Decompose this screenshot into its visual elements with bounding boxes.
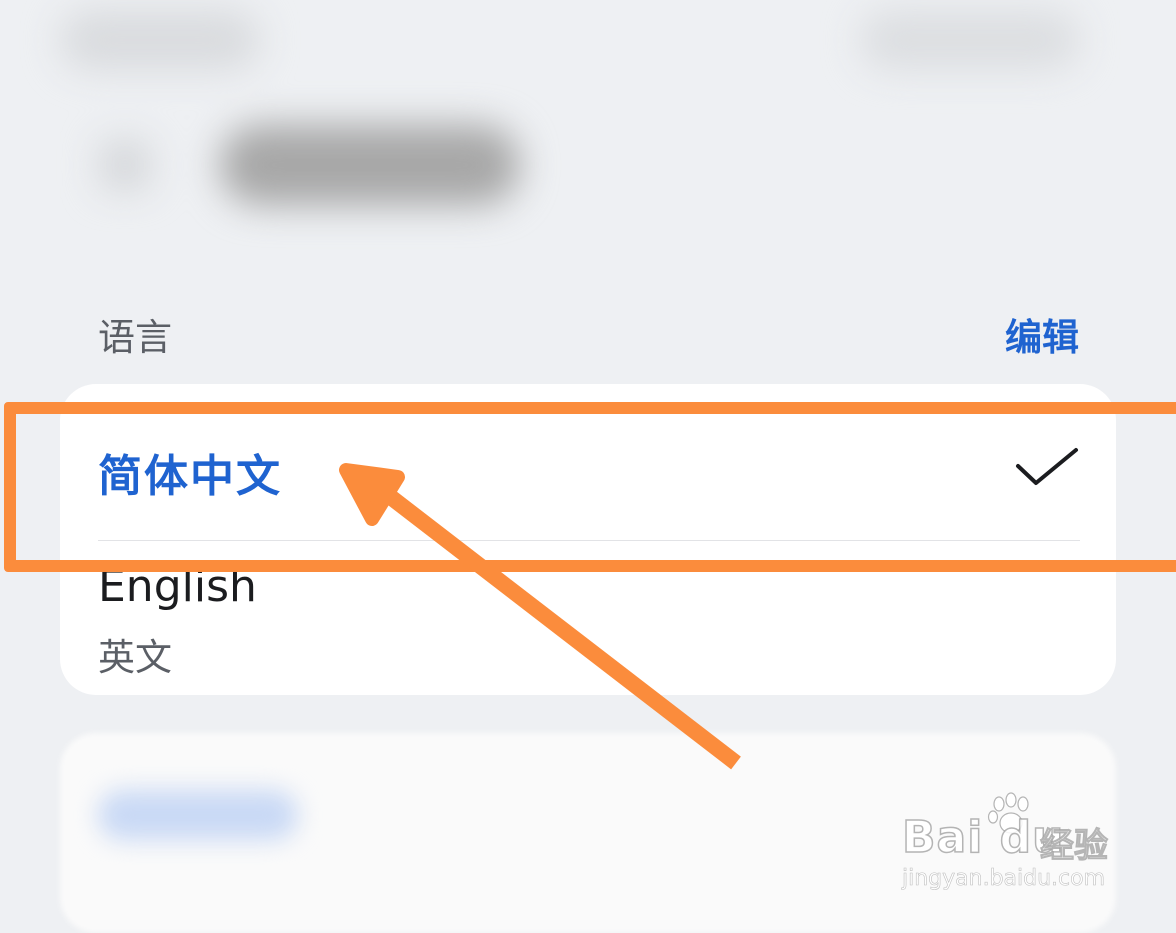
language-option-label: 简体中文 — [98, 451, 282, 502]
language-option-label: English — [98, 561, 257, 612]
blurred-status-right — [860, 10, 1080, 70]
blurred-status-left — [60, 10, 260, 70]
language-option-english[interactable]: English 英文 — [60, 541, 1116, 695]
language-option-sublabel: 英文 — [98, 636, 172, 679]
edit-button[interactable]: 编辑 — [1005, 307, 1079, 361]
section-label-language: 语言 — [98, 316, 172, 359]
language-option-simplified-chinese[interactable]: 简体中文 — [60, 384, 1116, 540]
checkmark-icon — [1016, 448, 1078, 485]
blurred-add-language-link — [98, 790, 298, 840]
language-list-card: 简体中文 English 英文 — [60, 384, 1116, 695]
blurred-back-button — [100, 140, 150, 190]
blurred-page-title — [220, 125, 520, 205]
blurred-header — [0, 0, 1176, 270]
